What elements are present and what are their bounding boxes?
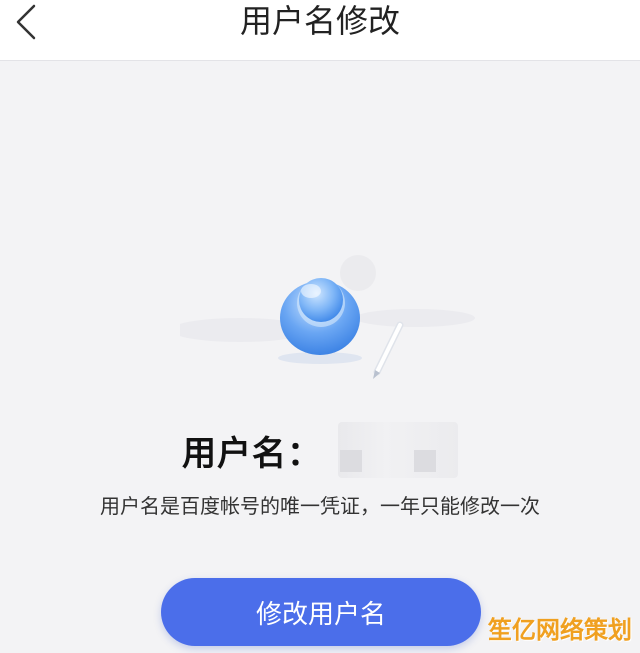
nav-bar: 用户名修改 — [0, 0, 640, 61]
chevron-left-icon — [16, 4, 36, 40]
modify-username-button[interactable]: 修改用户名 — [161, 578, 481, 646]
back-button[interactable] — [6, 2, 46, 42]
username-label: 用户名： — [182, 433, 322, 474]
watermark-logo: 笙亿网络策划 — [488, 616, 632, 644]
pencil-icon — [373, 321, 404, 379]
user-avatar-illustration — [180, 255, 475, 379]
page-title: 用户名修改 — [239, 2, 400, 40]
username-description: 用户名是百度帐号的唯一凭证，一年只能修改一次 — [100, 494, 540, 518]
username-value — [338, 422, 458, 478]
username-row: 用户名： — [0, 420, 640, 480]
